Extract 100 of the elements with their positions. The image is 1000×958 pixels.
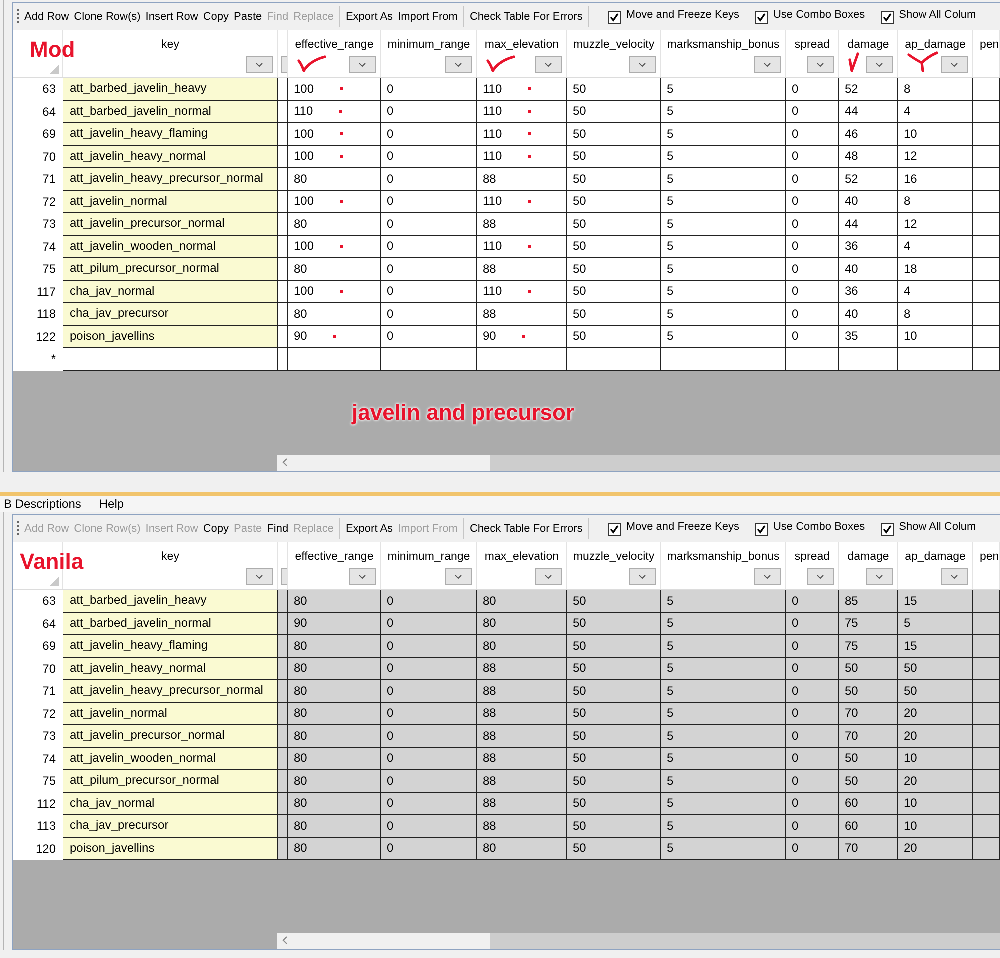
checkbox-label[interactable]: Use Combo Boxes bbox=[773, 9, 866, 21]
column-header[interactable]: pen bbox=[978, 551, 999, 563]
table-cell: 0 bbox=[792, 148, 799, 164]
toolbar-button[interactable]: Import From bbox=[396, 6, 460, 28]
table-cell: 80 bbox=[294, 705, 308, 722]
filter-dropdown[interactable] bbox=[754, 56, 781, 73]
row-header[interactable]: 71 bbox=[13, 680, 63, 702]
filter-dropdown[interactable] bbox=[807, 56, 834, 73]
column-header[interactable]: damage bbox=[848, 551, 890, 563]
filter-dropdown[interactable] bbox=[941, 56, 968, 73]
filter-dropdown[interactable] bbox=[349, 56, 376, 73]
checkbox-label[interactable]: Use Combo Boxes bbox=[773, 521, 866, 533]
column-header[interactable]: minimum_range bbox=[388, 39, 470, 51]
toolbar-button[interactable]: Check Table For Errors bbox=[468, 518, 585, 540]
row-header[interactable]: 63 bbox=[13, 590, 63, 612]
checkbox[interactable] bbox=[881, 10, 894, 24]
checkbox-label[interactable]: Show All Colum bbox=[899, 521, 976, 533]
horizontal-scrollbar[interactable] bbox=[277, 455, 1000, 471]
filter-dropdown[interactable] bbox=[535, 56, 562, 73]
column-header[interactable]: muzzle_velocity bbox=[573, 551, 655, 563]
row-header[interactable]: 74 bbox=[13, 748, 63, 770]
table-cell: 0 bbox=[387, 260, 394, 277]
filter-dropdown[interactable] bbox=[866, 56, 893, 73]
filter-dropdown[interactable] bbox=[535, 568, 562, 585]
row-header[interactable]: 70 bbox=[13, 658, 63, 680]
checkbox[interactable] bbox=[608, 10, 622, 24]
filter-dropdown[interactable] bbox=[445, 56, 472, 73]
new-row[interactable]: * bbox=[13, 348, 1000, 370]
column-header[interactable]: minimum_range bbox=[388, 551, 470, 563]
table-cell: 88 bbox=[483, 728, 496, 744]
checkbox-label[interactable]: Move and Freeze Keys bbox=[626, 521, 740, 533]
row-header[interactable]: 73 bbox=[13, 725, 63, 748]
toolbar-button[interactable]: Find bbox=[265, 518, 291, 540]
filter-dropdown[interactable] bbox=[246, 568, 273, 585]
filter-dropdown[interactable] bbox=[754, 568, 781, 585]
table-cell: 50 bbox=[573, 705, 586, 722]
toolbar-button[interactable]: Copy bbox=[201, 518, 232, 540]
row-header[interactable]: 64 bbox=[13, 612, 63, 635]
column-header[interactable]: effective_range bbox=[295, 551, 374, 563]
toolbar-button[interactable]: Check Table For Errors bbox=[468, 6, 585, 28]
filter-dropdown[interactable] bbox=[281, 56, 287, 73]
column-header[interactable]: damage bbox=[848, 39, 890, 51]
column-header[interactable]: spread bbox=[794, 551, 830, 563]
filter-dropdown[interactable] bbox=[349, 568, 376, 585]
checkbox-label[interactable]: Move and Freeze Keys bbox=[626, 9, 740, 21]
column-header[interactable]: marksmanship_bonus bbox=[667, 551, 780, 563]
table-cell: 0 bbox=[792, 705, 799, 722]
column-header[interactable]: key bbox=[162, 39, 180, 51]
filter-dropdown[interactable] bbox=[629, 56, 656, 73]
row-header[interactable]: 112 bbox=[13, 792, 63, 815]
column-header[interactable]: key bbox=[162, 551, 180, 563]
scrollbar-thumb[interactable] bbox=[490, 455, 1000, 471]
menu-item[interactable]: B Descriptions bbox=[0, 497, 86, 511]
filter-dropdown[interactable] bbox=[866, 568, 893, 585]
column-header[interactable]: ap_damage bbox=[905, 551, 966, 563]
column-header[interactable]: ap_damage bbox=[905, 39, 966, 51]
toolbar-button[interactable]: Clone Row(s) bbox=[72, 6, 143, 28]
checkbox[interactable] bbox=[608, 522, 622, 536]
toolbar-button[interactable]: Add Row bbox=[22, 6, 72, 28]
row-header[interactable]: 75 bbox=[13, 770, 63, 792]
filter-dropdown[interactable] bbox=[246, 56, 273, 73]
filter-dropdown[interactable] bbox=[281, 568, 287, 585]
filter-dropdown[interactable] bbox=[629, 568, 656, 585]
row-header[interactable]: 72 bbox=[13, 702, 63, 725]
column-header[interactable]: muzzle_velocity bbox=[573, 39, 655, 51]
column-header[interactable]: max_elevation bbox=[484, 551, 560, 563]
toolbar-button[interactable]: Insert Row bbox=[144, 6, 200, 28]
table-cell: 20 bbox=[904, 772, 918, 789]
scrollbar-thumb[interactable] bbox=[490, 933, 1000, 949]
column-header[interactable]: max_elevation bbox=[484, 39, 560, 51]
toolbar-button[interactable]: Copy bbox=[201, 6, 232, 28]
row-header[interactable]: 69 bbox=[13, 635, 63, 658]
checkbox-label[interactable]: Show All Colum bbox=[899, 9, 976, 21]
row-header[interactable]: 113 bbox=[13, 815, 63, 838]
filter-dropdown[interactable] bbox=[807, 568, 834, 585]
horizontal-scrollbar[interactable] bbox=[277, 933, 1000, 949]
toolbar-button[interactable]: Export As bbox=[344, 6, 396, 28]
filter-dropdown[interactable] bbox=[941, 568, 968, 585]
toolbar-button[interactable]: Paste bbox=[232, 6, 264, 28]
table-cell: 5 bbox=[667, 306, 674, 322]
table-cell: 0 bbox=[387, 795, 394, 812]
table-cell: 0 bbox=[792, 660, 799, 676]
row-header[interactable]: 120 bbox=[13, 838, 63, 860]
checkbox[interactable] bbox=[755, 522, 768, 536]
checkbox[interactable] bbox=[881, 522, 894, 536]
key-cell: att_javelin_heavy_flaming bbox=[63, 123, 278, 146]
toolbar-button[interactable]: Export As bbox=[344, 518, 396, 540]
table-cell: 50 bbox=[904, 660, 918, 676]
filter-dropdown[interactable] bbox=[445, 568, 472, 585]
checkbox[interactable] bbox=[755, 10, 768, 24]
table-cell: 0 bbox=[387, 772, 394, 789]
column-header[interactable]: effective_range bbox=[295, 39, 374, 51]
column-header[interactable]: marksmanship_bonus bbox=[667, 39, 780, 51]
column-header[interactable]: pen bbox=[978, 39, 999, 51]
table-cell: 36 bbox=[845, 238, 858, 254]
table-cell: 100 bbox=[294, 148, 314, 164]
column-header[interactable]: spread bbox=[794, 39, 830, 51]
table-cell: 8 bbox=[904, 193, 911, 210]
menu-item[interactable]: Help bbox=[95, 497, 128, 511]
table-cell: 0 bbox=[387, 592, 394, 609]
